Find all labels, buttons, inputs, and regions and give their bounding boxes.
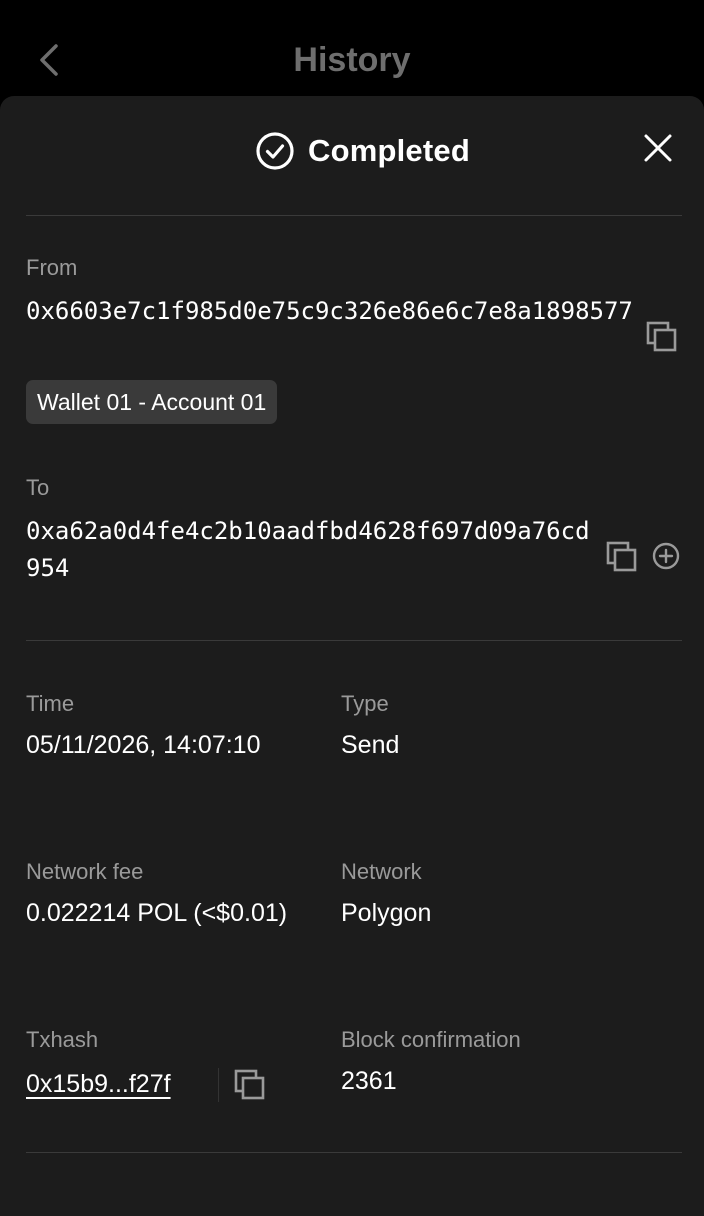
copy-icon[interactable] bbox=[605, 540, 639, 574]
from-address: 0x6603e7c1f985d0e75c9c326e86e6c7e8a18985… bbox=[26, 297, 633, 325]
top-bar: History bbox=[0, 0, 704, 100]
network-value: Polygon bbox=[341, 899, 432, 927]
network-fee-value: 0.022214 POL (<$0.01) bbox=[26, 899, 288, 927]
page-title: History bbox=[293, 41, 411, 79]
network-fee-label: Network fee bbox=[26, 859, 144, 884]
block-confirmation-label: Block confirmation bbox=[341, 1027, 521, 1052]
copy-icon[interactable] bbox=[645, 320, 679, 354]
network-label: Network bbox=[341, 859, 422, 884]
status-label: Completed bbox=[308, 133, 470, 168]
type-label: Type bbox=[341, 691, 389, 716]
divider bbox=[26, 1152, 682, 1153]
transaction-detail-sheet: Completed From 0x6603e7c1f985d0e75c9c326… bbox=[0, 96, 704, 1216]
from-label: From bbox=[26, 255, 78, 280]
to-address: 0xa62a0d4fe4c2b10aadfbd4628f697d09a76cd9… bbox=[26, 517, 590, 582]
status-header: Completed bbox=[255, 130, 470, 172]
divider bbox=[26, 215, 682, 216]
time-value: 05/11/2026, 14:07:10 bbox=[26, 731, 261, 759]
time-label: Time bbox=[26, 691, 75, 716]
add-contact-icon[interactable] bbox=[651, 541, 681, 571]
check-circle-icon bbox=[256, 132, 294, 170]
separator bbox=[218, 1068, 219, 1102]
block-confirmation-value: 2361 bbox=[341, 1067, 397, 1095]
divider bbox=[26, 640, 682, 641]
account-badge: Wallet 01 - Account 01 bbox=[26, 380, 278, 424]
to-label: To bbox=[26, 475, 50, 500]
type-value: Send bbox=[341, 731, 400, 759]
copy-icon[interactable] bbox=[233, 1068, 267, 1102]
close-icon[interactable] bbox=[642, 132, 674, 164]
txhash-label: Txhash bbox=[26, 1027, 99, 1052]
txhash-link[interactable]: 0x15b9...f27f bbox=[26, 1068, 171, 1100]
